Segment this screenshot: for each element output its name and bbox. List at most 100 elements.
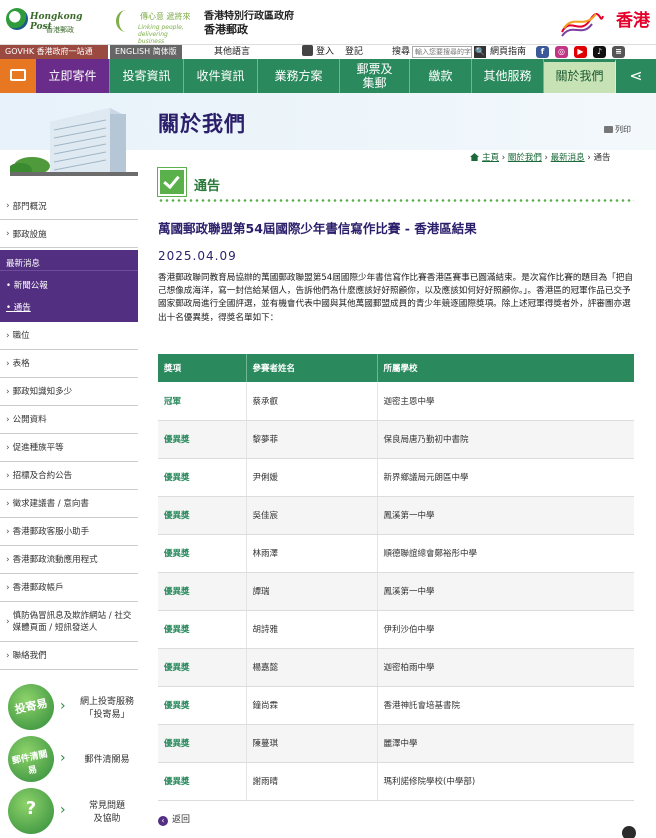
post-bird-icon: [6, 8, 28, 30]
sidebar-item-label: 香港郵政流動應用程式: [12, 554, 98, 565]
chevron-right-icon: ›: [60, 698, 66, 714]
table-row: 優異獎 楊嘉懿 迦密柏雨中學: [158, 648, 634, 687]
sitemap-link[interactable]: 網頁指南: [490, 45, 526, 59]
sidebar-item[interactable]: 香港郵政帳戶: [0, 574, 138, 602]
sidebar-item-label: 表格: [12, 358, 30, 369]
language-switcher[interactable]: ENGLISH 简体版: [110, 45, 182, 59]
brand-hk-text: 香港: [616, 11, 650, 31]
notices-label: 通告: [13, 303, 31, 313]
breadcrumb: 主頁 › 關於我們 › 最新消息 › 通告: [470, 151, 611, 163]
sidebar-item[interactable]: 香港郵政客服小助手: [0, 518, 138, 546]
quick-link-faq[interactable]: ? › 常見問題 及協助: [8, 788, 138, 834]
sidebar-latest-news-label[interactable]: 最新消息: [6, 257, 40, 269]
printer-icon: [604, 126, 613, 133]
school-cell: 香港神託會培基書院: [377, 686, 634, 725]
sidebar-item-department-profile[interactable]: 部門概況: [0, 192, 138, 220]
name-cell: 吳佳宸: [246, 496, 378, 535]
other-languages-link[interactable]: 其他語言: [214, 45, 250, 59]
tiktok-icon[interactable]: ♪: [593, 46, 606, 58]
sidebar-sub-press-releases[interactable]: • 新聞公報: [6, 279, 48, 291]
search-label: 搜尋: [392, 47, 411, 57]
nav-business-solutions[interactable]: 業務方案: [258, 59, 340, 93]
facebook-icon[interactable]: f: [536, 46, 549, 58]
brush-stroke-icon: [116, 10, 136, 32]
name-cell: 譚瑞: [246, 572, 378, 611]
table-row: 優異獎 陳蔓琪 麗澤中學: [158, 724, 634, 763]
breadcrumb-home[interactable]: 主頁: [482, 153, 499, 163]
sidebar-item[interactable]: 慎防偽冒訊息及欺詐網站 / 社交媒體頁面 / 短訊發送人: [0, 602, 138, 642]
name-cell: 鐘尚霖: [246, 686, 378, 725]
hongkong-post-logo[interactable]: Hongkong Post 香港郵政: [6, 6, 86, 38]
breadcrumb-news[interactable]: 最新消息: [551, 153, 585, 163]
nav-send-now[interactable]: 立即寄件: [36, 59, 110, 93]
register-link[interactable]: 登記: [345, 45, 363, 59]
nav-payment[interactable]: 繳款: [410, 59, 472, 93]
table-row: 優異獎 譚瑞 鳳溪第一中學: [158, 572, 634, 611]
quick-link-customs[interactable]: 郵件清關易 › 郵件清關易: [8, 736, 138, 782]
print-label: 列印: [615, 125, 631, 134]
mypost-badge-icon: 投寄易: [8, 684, 54, 730]
building-illustration: [10, 108, 138, 176]
logo-zh-text: 香港郵政: [46, 26, 74, 34]
youtube-icon[interactable]: ▶: [574, 46, 587, 58]
nav-about-us[interactable]: 關於我們: [544, 59, 616, 93]
sidebar-item[interactable]: 香港郵政流動應用程式: [0, 546, 138, 574]
sidebar-item[interactable]: 公開資料: [0, 406, 138, 434]
utility-bar: GOVHK 香港政府一站通 ENGLISH 简体版 其他語言 登入 登記 搜尋 …: [0, 44, 656, 59]
results-header-row: 獎項 參賽者姓名 所屬學校: [158, 354, 634, 382]
search-button[interactable]: 🔍: [474, 46, 486, 58]
name-cell: 黎夢菲: [246, 420, 378, 459]
user-icon: [302, 45, 313, 56]
article-title: 萬國郵政聯盟第54屆國際少年書信寫作比賽 - 香港區結果: [158, 221, 477, 236]
slogan: 傳心意 遞將來 Linking people, delivering busin…: [116, 10, 192, 45]
govt-line-2: 香港郵政: [204, 23, 248, 36]
sidebar-sub-notices[interactable]: • 通告: [6, 301, 31, 313]
ribbon-icon: [561, 13, 604, 37]
school-cell: 順德聯誼總會鄭裕彤中學: [377, 534, 634, 573]
faq-badge-text: ?: [25, 798, 37, 819]
nav-other-services[interactable]: 其他服務: [472, 59, 544, 93]
school-cell: 迦密柏雨中學: [377, 648, 634, 687]
back-link[interactable]: ‹ 返回: [158, 812, 190, 826]
login-link[interactable]: 登入: [302, 45, 334, 59]
home-icon: [470, 153, 479, 161]
table-row: 優異獎 林雨澤 順德聯誼總會鄭裕彤中學: [158, 534, 634, 573]
school-cell: 伊利沙伯中學: [377, 610, 634, 649]
sidebar-item[interactable]: 促進種族平等: [0, 434, 138, 462]
faq-badge-icon: ?: [8, 788, 54, 834]
checkmark-icon: [158, 168, 186, 196]
back-label: 返回: [172, 815, 191, 825]
sidebar-item-postal-facilities[interactable]: 郵政設施: [0, 220, 138, 248]
sidebar-item-label: 公開資料: [12, 414, 47, 425]
scroll-top-button[interactable]: [622, 826, 636, 838]
instagram-icon[interactable]: ◎: [555, 46, 568, 58]
breadcrumb-about[interactable]: 關於我們: [508, 153, 542, 163]
govhk-link[interactable]: GOVHK 香港政府一站通: [0, 45, 108, 59]
sidebar-item-label: 慎防偽冒訊息及欺詐網站 / 社交媒體頁面 / 短訊發送人: [12, 610, 132, 633]
sidebar-item[interactable]: 徵求建議書 / 意向書: [0, 490, 138, 518]
sidebar-item[interactable]: 職位: [0, 322, 138, 350]
award-cell: 冠軍: [158, 382, 247, 421]
nav-stamps-philately[interactable]: 郵票及 集郵: [340, 59, 410, 93]
share-icon[interactable]: ⋖: [616, 59, 656, 93]
nav-posting-info[interactable]: 投寄資訊: [110, 59, 184, 93]
sidebar-item[interactable]: 表格: [0, 350, 138, 378]
page-title: 關於我們: [158, 112, 246, 136]
sidebar-item[interactable]: 招標及合約公告: [0, 462, 138, 490]
name-cell: 陳蔓琪: [246, 724, 378, 763]
sidebar-item[interactable]: 郵政知識知多少: [0, 378, 138, 406]
nav-receiving-info[interactable]: 收件資訊: [184, 59, 258, 93]
quick-link-mypost[interactable]: 投寄易 › 網上投寄服務 「投寄易」: [8, 684, 138, 730]
article-date: 2025.04.09: [158, 249, 237, 263]
menu-icon[interactable]: ≡: [612, 46, 625, 58]
sidebar-item-label: 職位: [12, 330, 30, 341]
nav-home-button[interactable]: [0, 59, 36, 93]
header-school: 所屬學校: [377, 354, 634, 382]
award-cell: 優異獎: [158, 610, 247, 649]
search-input[interactable]: [412, 46, 472, 58]
sidebar-divider: [0, 270, 138, 271]
print-button[interactable]: 列印: [604, 124, 631, 135]
back-arrow-icon: ‹: [158, 816, 168, 826]
sidebar-item[interactable]: 聯絡我們: [0, 642, 138, 670]
customs-badge-text: 郵件清關易: [11, 749, 49, 777]
